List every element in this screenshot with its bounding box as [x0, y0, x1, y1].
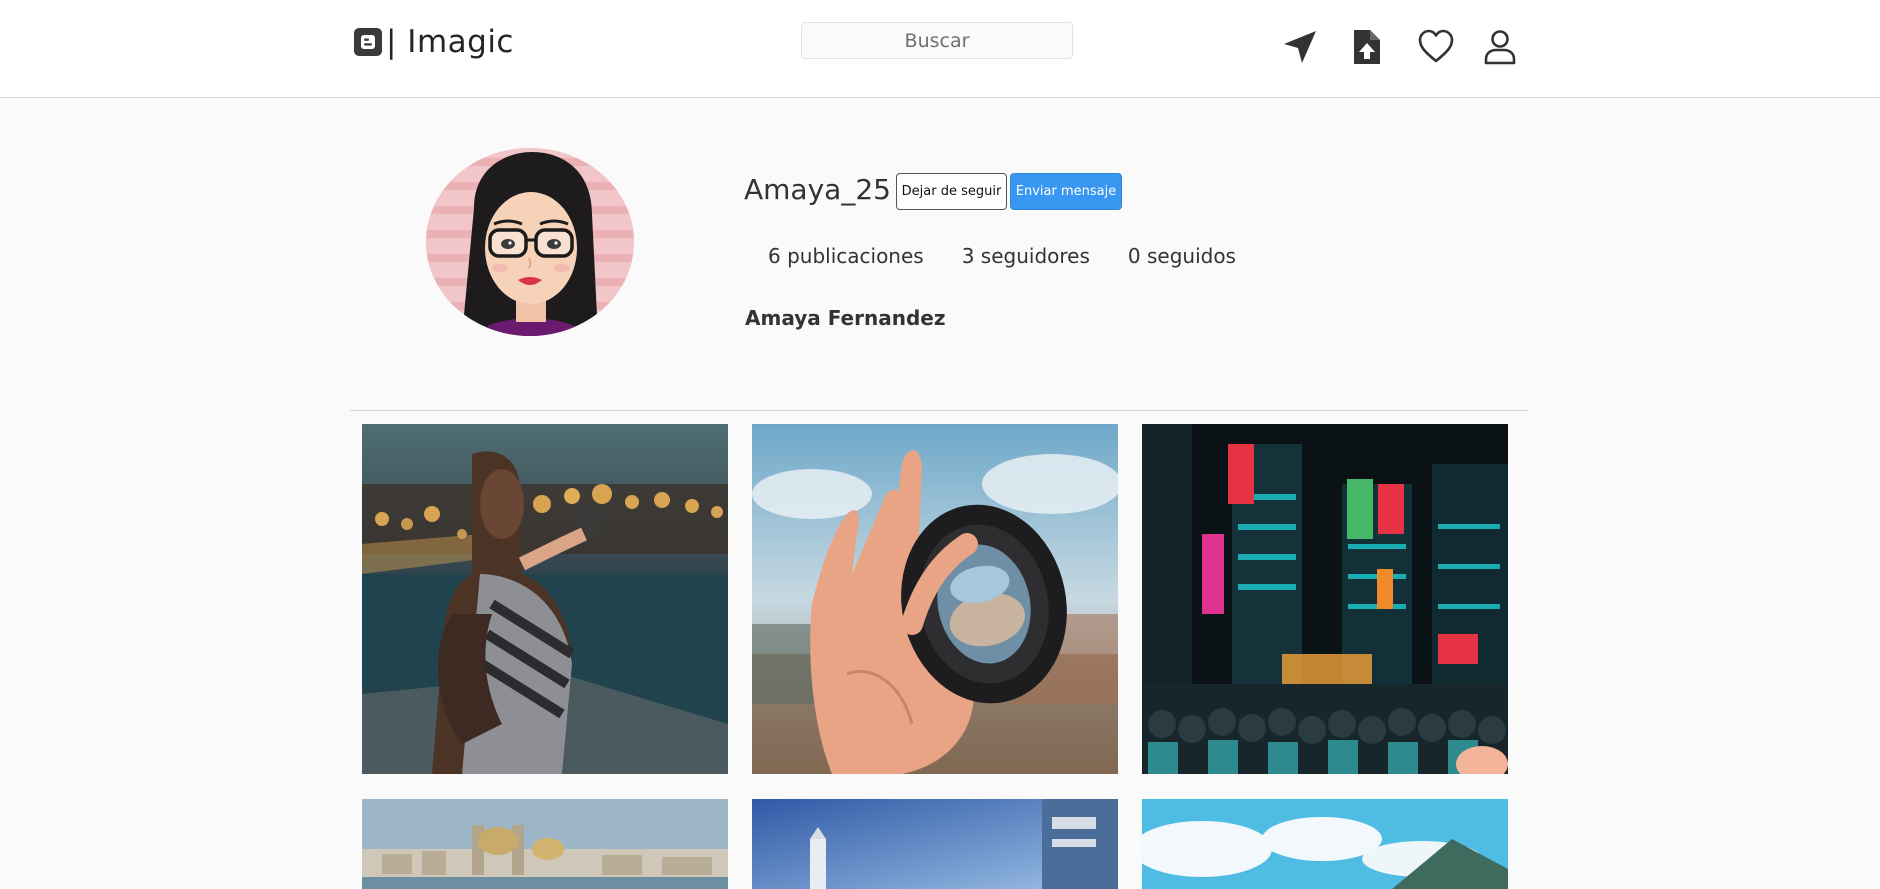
following-count[interactable]: 0 seguidos [1128, 244, 1236, 268]
blogger-logo-icon [354, 28, 382, 56]
gallery-photo-building-blue-sky[interactable] [752, 799, 1118, 889]
gallery-photo-mountains-clouds-sky[interactable] [1142, 799, 1508, 889]
followers-count[interactable]: 3 seguidores [962, 244, 1090, 268]
gallery-photo-neon-city-street-crowd[interactable] [1142, 424, 1508, 774]
avatar[interactable] [426, 148, 634, 336]
section-divider [350, 410, 1528, 411]
top-navigation-bar: | Imagic [0, 0, 1880, 98]
gallery-photo-hand-holding-camera-lens[interactable] [752, 424, 1118, 774]
search-input[interactable] [801, 22, 1073, 59]
unfollow-button[interactable]: Dejar de seguir [896, 173, 1007, 210]
file-upload-icon[interactable] [1348, 28, 1386, 66]
brand-logo[interactable]: | Imagic [354, 22, 514, 62]
profile-full-name: Amaya Fernandez [745, 306, 946, 330]
send-message-button[interactable]: Enviar mensaje [1010, 173, 1122, 210]
location-arrow-icon[interactable] [1281, 28, 1319, 66]
gallery-photo-woman-photographing-city-lights[interactable] [362, 424, 728, 774]
heart-icon[interactable] [1417, 28, 1455, 66]
posts-count: 6 publicaciones [768, 244, 924, 268]
gallery-photo-coastal-city-cathedral[interactable] [362, 799, 728, 889]
profile-username: Amaya_25 [744, 173, 891, 206]
profile-stats: 6 publicaciones 3 seguidores 0 seguidos [768, 244, 1236, 268]
brand-name: | Imagic [386, 24, 514, 60]
user-icon[interactable] [1481, 28, 1519, 66]
